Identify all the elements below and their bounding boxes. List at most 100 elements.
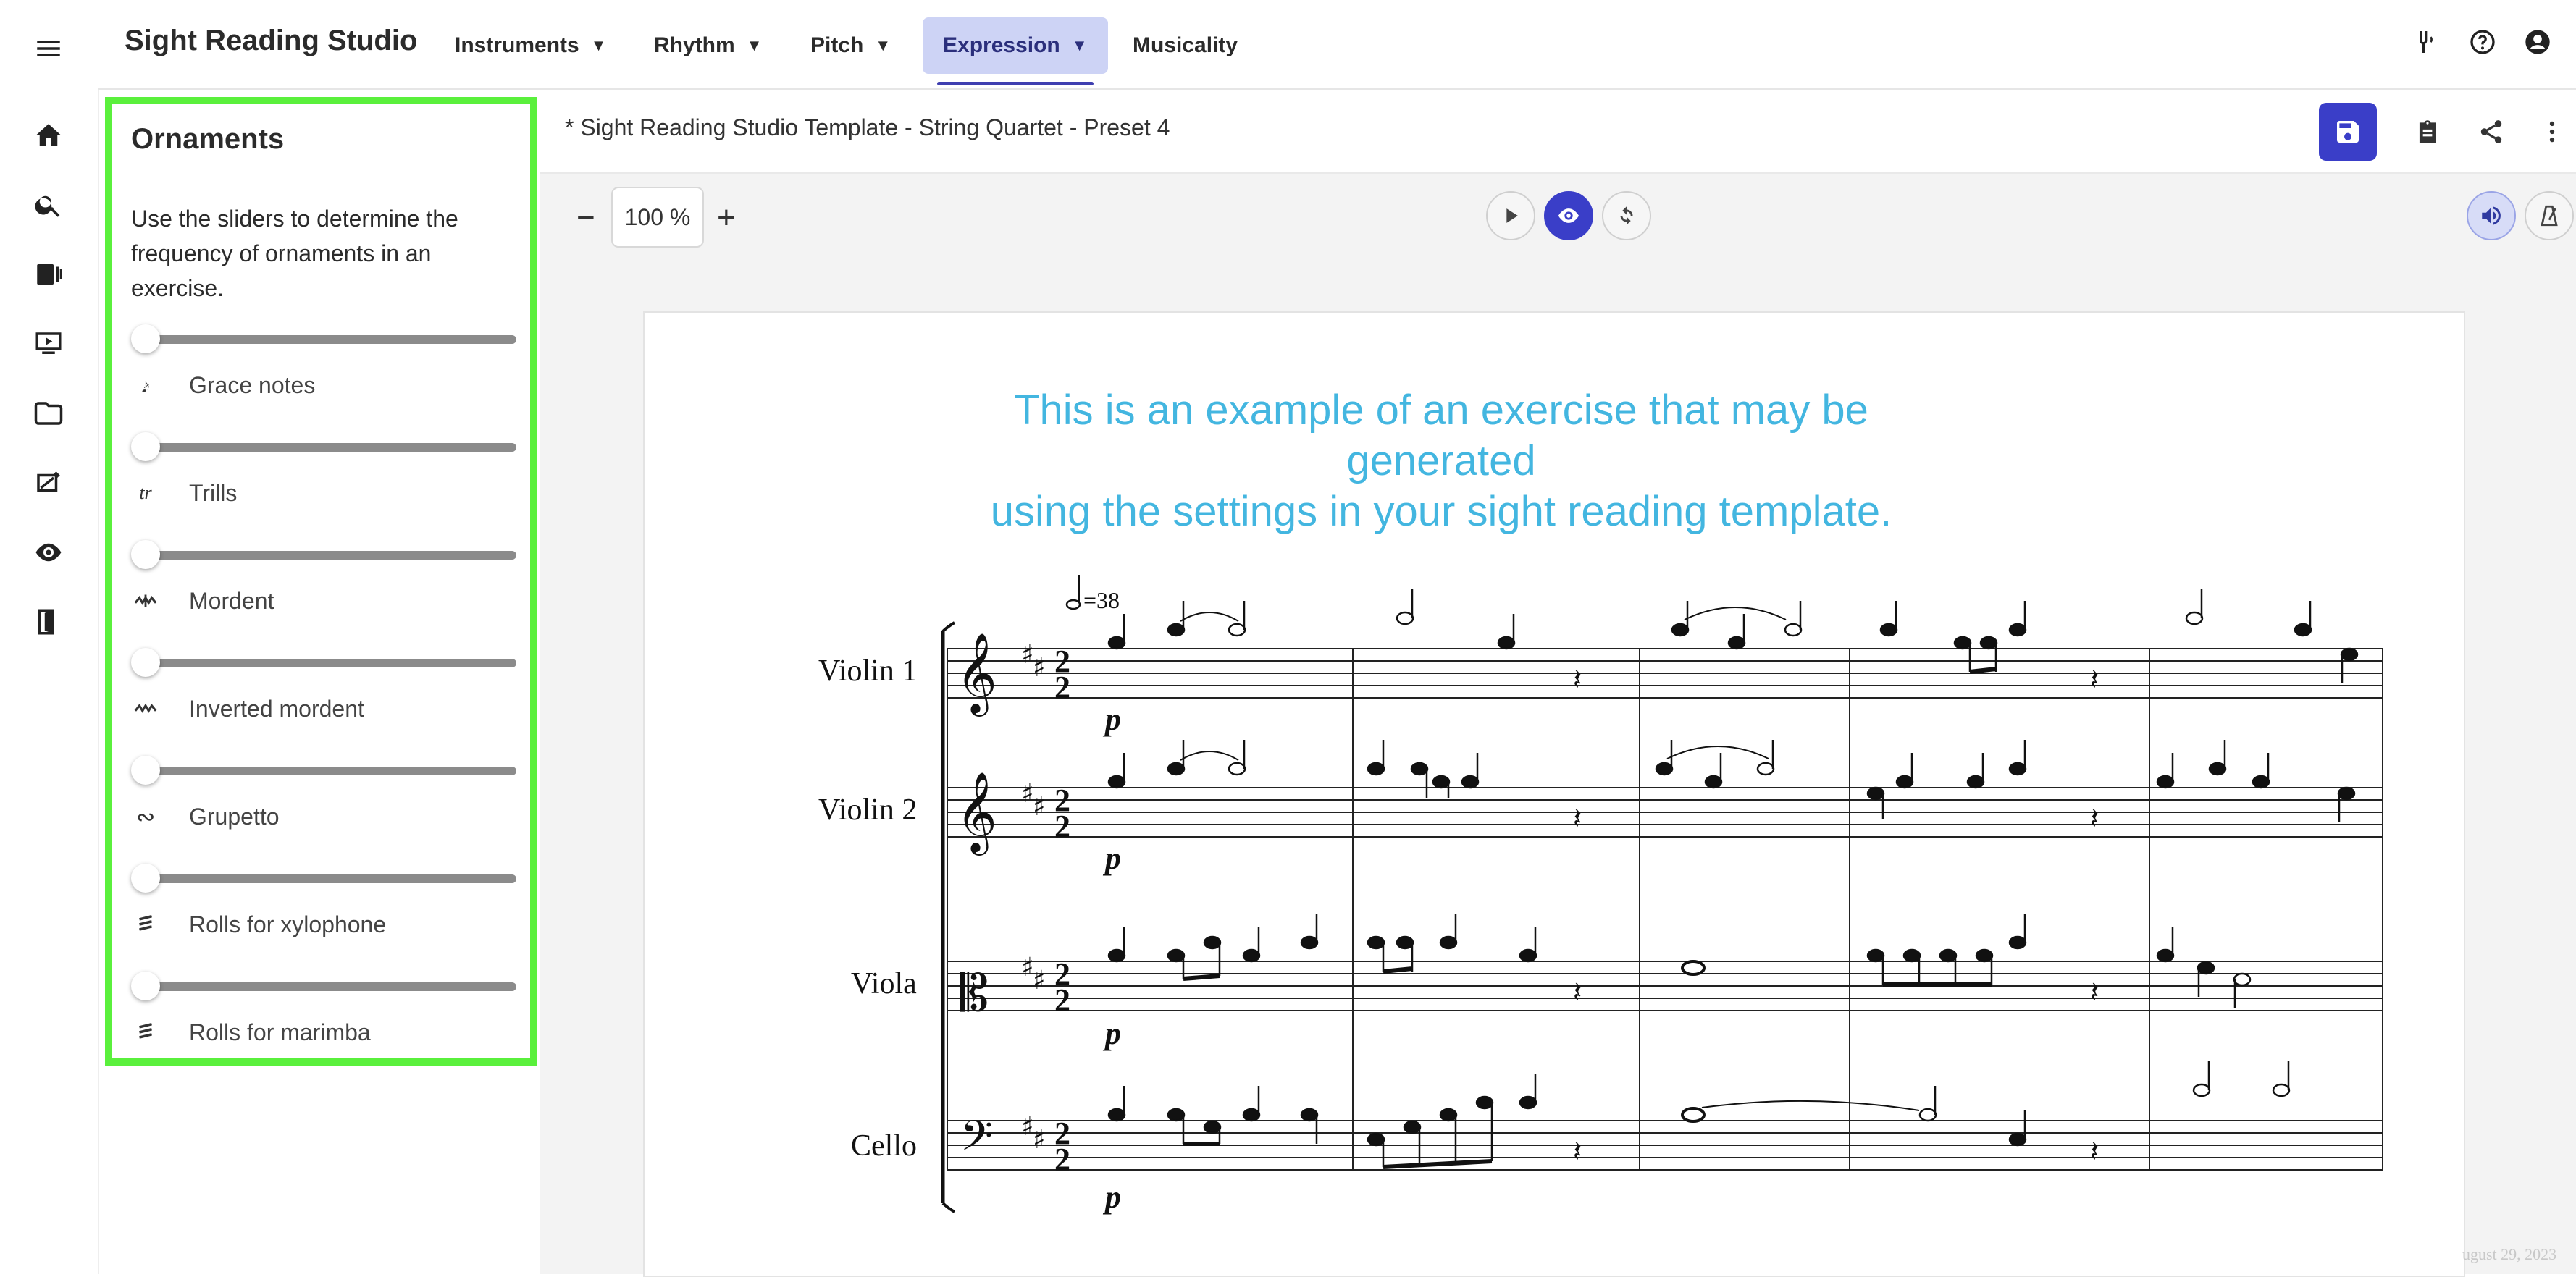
instrument-violin-1: Violin 1 [818,654,917,688]
svg-text:♯: ♯ [1021,640,1033,670]
zoom-out-button[interactable]: − [576,200,595,236]
date-stamp: ugust 29, 2023 [2462,1245,2557,1263]
slider-thumb[interactable] [131,864,160,893]
slider-thumb[interactable] [131,972,160,1000]
zoom-in-button[interactable]: + [717,200,736,236]
zoom-value: 100 [624,203,664,230]
caret-down-icon: ▼ [746,36,763,54]
grupetto-slider[interactable]: ∾ Grupetto [131,756,522,857]
sound-toggle[interactable] [2467,191,2516,240]
slider-track[interactable] [144,335,516,344]
app-title[interactable]: Sight Reading Studio [125,25,417,57]
svg-text:𝄽: 𝄽 [2090,976,2099,1009]
slider-thumb[interactable] [131,756,160,785]
more-vert-icon[interactable] [2536,116,2568,148]
roll-icon [131,910,160,939]
svg-text:𝄽: 𝄽 [1573,663,1582,696]
metronome-toggle[interactable] [2525,191,2574,240]
alto-clef-icon: 𝄡 [960,964,989,1023]
mordent-slider[interactable]: Mordent [131,540,522,641]
treble-clef-icon: 𝄞 [956,632,997,717]
caret-down-icon: ▼ [875,36,891,54]
grace-notes-slider[interactable]: 𝆔 Grace notes [131,324,522,426]
tuning-fork-icon[interactable] [2409,26,2441,58]
assignment-icon[interactable] [32,466,65,500]
zoom-input[interactable]: 100 % [611,187,704,248]
nav-pitch[interactable]: Pitch ▼ [810,17,891,74]
help-icon[interactable] [2467,26,2499,58]
svg-text:𝄽: 𝄽 [2090,1135,2099,1168]
search-icon[interactable] [32,188,65,222]
slider-track[interactable] [144,982,516,991]
nav-instruments-label: Instruments [455,33,579,57]
nav-rhythm[interactable]: Rhythm ▼ [654,17,762,74]
instrument-violin-2: Violin 2 [818,793,917,827]
nav-musicality-label: Musicality [1133,33,1238,57]
svg-text:𝄽: 𝄽 [1573,1135,1582,1168]
turn-icon: ∾ [135,804,156,830]
nav-pitch-label: Pitch [810,33,864,57]
clipboard-icon[interactable] [2412,116,2443,148]
svg-text:♯: ♯ [1033,792,1045,822]
folder-icon[interactable] [32,397,65,430]
notes-violin-2 [1107,740,2356,822]
svg-text:♯: ♯ [1033,653,1045,683]
instrument-cello: Cello [851,1129,917,1163]
account-icon[interactable] [2522,26,2554,58]
slider-label: Grupetto [189,804,280,830]
score-sheet: This is an example of an exercise that m… [643,311,2465,1277]
nav-musicality[interactable]: Musicality [1133,17,1238,74]
instrument-viola: Viola [851,967,917,1000]
svg-text:♯: ♯ [1021,1112,1033,1142]
nav-expression[interactable]: Expression ▼ [923,17,1108,85]
exit-icon[interactable] [32,605,65,638]
dynamic-marking: p [1102,1016,1121,1051]
tempo-marking: =38 [1065,575,1120,613]
listen-icon[interactable] [32,536,65,569]
visibility-toggle[interactable] [1544,191,1593,240]
panel-title: Ornaments [131,123,285,155]
ornaments-panel: Ornaments Use the sliders to determine t… [105,97,537,1066]
slider-label: Rolls for xylophone [189,911,387,937]
rolls-xylophone-slider[interactable]: Rolls for xylophone [131,864,522,965]
slider-track[interactable] [144,551,516,560]
inverted-mordent-icon [131,694,160,723]
rolls-marimba-slider[interactable]: Rolls for marimba [131,972,522,1073]
treble-clef-icon: 𝄞 [956,771,997,856]
save-button[interactable] [2319,103,2377,161]
svg-text:2: 2 [1054,982,1070,1018]
slider-thumb[interactable] [131,324,160,353]
play-button[interactable] [1486,191,1535,240]
slider-track[interactable] [144,443,516,452]
slider-label: Grace notes [189,372,316,398]
video-icon[interactable] [32,327,65,361]
home-icon[interactable] [32,119,65,152]
caret-down-icon: ▼ [1071,36,1088,54]
trills-slider[interactable]: tr Trills [131,432,522,534]
slider-track[interactable] [144,874,516,883]
notes-violin-1 [1107,589,2359,683]
svg-text:𝄽: 𝄽 [1573,976,1582,1009]
svg-text:♯: ♯ [1033,966,1045,995]
slider-track[interactable] [144,659,516,667]
roll-icon [131,1018,160,1047]
share-icon[interactable] [2475,116,2507,148]
svg-text:𝄽: 𝄽 [2090,802,2099,835]
slider-thumb[interactable] [131,432,160,461]
tempo-text: =38 [1083,587,1120,613]
trill-icon: tr [139,482,152,503]
slider-thumb[interactable] [131,648,160,677]
regenerate-button[interactable] [1602,191,1651,240]
slider-label: Mordent [189,588,274,614]
nav-rhythm-label: Rhythm [654,33,735,57]
music-notation: =38 Violin 1 Violin 2 Viola Cello 𝄞 𝄞 𝄡 … [818,575,2383,1215]
bass-clef-icon: 𝄢 [960,1111,993,1171]
library-icon[interactable] [32,258,65,291]
svg-text:𝄽: 𝄽 [1573,802,1582,835]
nav-instruments[interactable]: Instruments ▼ [455,17,606,74]
inverted-mordent-slider[interactable]: Inverted mordent [131,648,522,749]
menu-icon[interactable] [32,32,65,65]
svg-text:2: 2 [1054,809,1070,844]
slider-thumb[interactable] [131,540,160,569]
slider-track[interactable] [144,767,516,775]
